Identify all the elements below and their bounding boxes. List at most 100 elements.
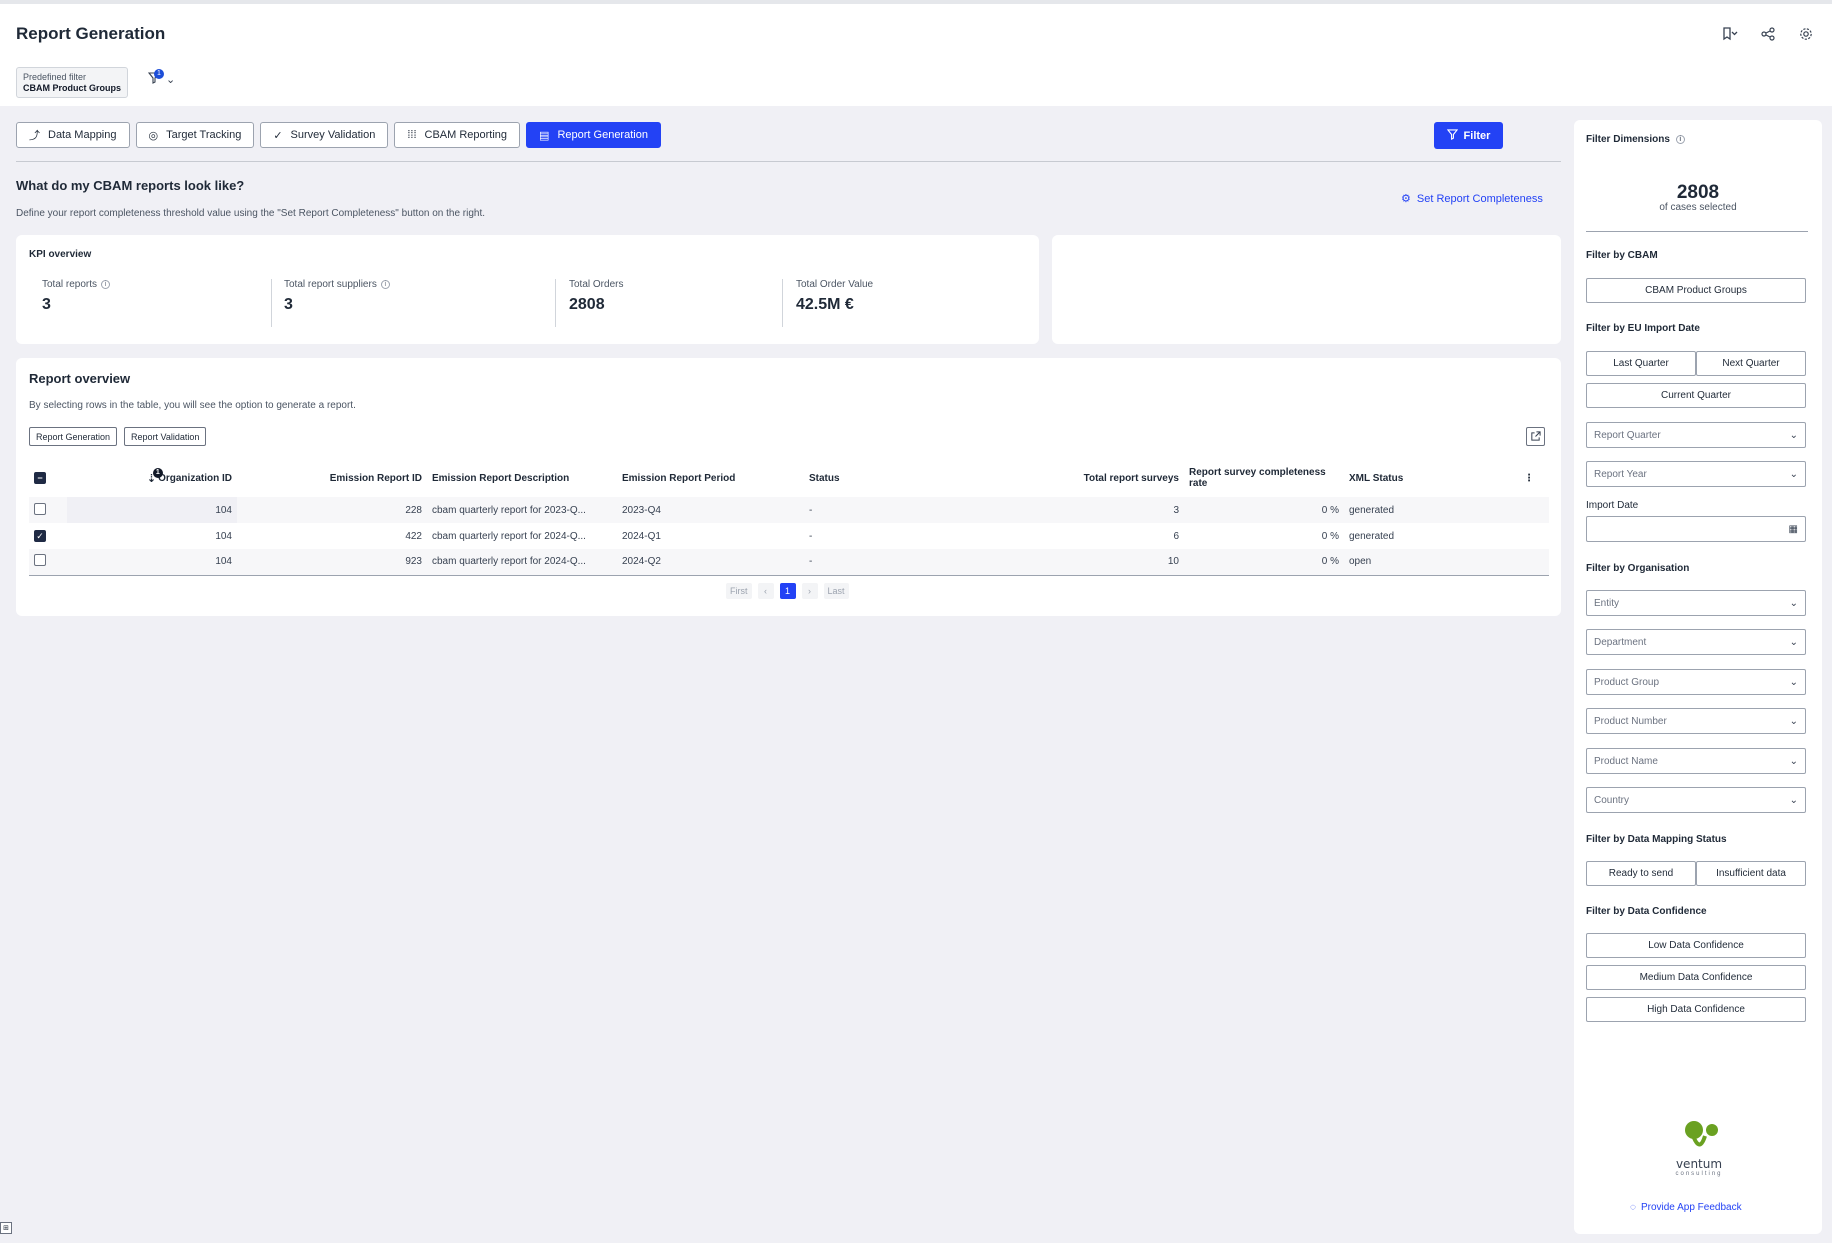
- cell-xml-status: generated: [1344, 497, 1519, 523]
- cell-completeness-rate: 0 %: [1184, 497, 1344, 523]
- low-confidence-button[interactable]: Low Data Confidence: [1586, 933, 1806, 958]
- kpi-overview-card: KPI overview Total reports i 3 Total repo…: [16, 235, 1039, 344]
- cell-emission-report-id[interactable]: 923: [237, 549, 427, 576]
- row-checkbox[interactable]: [34, 554, 46, 567]
- insufficient-data-button[interactable]: Insufficient data: [1696, 861, 1806, 886]
- mapping-icon: ⤴: [29, 130, 40, 142]
- tab-label: Data Mapping: [48, 129, 117, 141]
- set-report-completeness-button[interactable]: ⚙ Set Report Completeness: [1401, 192, 1543, 206]
- report-validation-button[interactable]: Report Validation: [124, 427, 207, 446]
- entity-select[interactable]: Entity ⌄: [1586, 590, 1806, 616]
- table-row[interactable]: ✓ 104 422 cbam quarterly report for 2024…: [29, 523, 1549, 549]
- product-number-select[interactable]: Product Number ⌄: [1586, 708, 1806, 734]
- sort-badge: 1: [152, 467, 163, 478]
- predefined-filter-label: Predefined filter: [23, 72, 87, 82]
- cell-completeness-rate: 0 %: [1184, 549, 1344, 576]
- table-row[interactable]: 104 228 cbam quarterly report for 2023-Q…: [29, 497, 1549, 523]
- high-confidence-button[interactable]: High Data Confidence: [1586, 997, 1806, 1022]
- provide-feedback-link[interactable]: ◌ Provide App Feedback: [1630, 1202, 1742, 1213]
- funnel-icon: 1: [147, 69, 164, 86]
- gear-icon[interactable]: [1796, 24, 1816, 44]
- country-select[interactable]: Country ⌄: [1586, 787, 1806, 813]
- chevron-down-icon: ⌄: [1789, 429, 1798, 441]
- cell-description: cbam quarterly report for 2024-Q...: [427, 549, 617, 576]
- report-quarter-select[interactable]: Report Quarter ⌄: [1586, 422, 1806, 448]
- pager-first[interactable]: First: [726, 583, 752, 599]
- expand-icon[interactable]: ⊞: [0, 1222, 12, 1234]
- tab-label: Report Generation: [557, 129, 648, 141]
- column-header-total-surveys[interactable]: Total report surveys: [994, 459, 1184, 497]
- kpi-value: 42.5M €: [796, 296, 854, 313]
- export-icon[interactable]: [1526, 427, 1545, 446]
- import-date-label: Import Date: [1586, 500, 1639, 511]
- cbam-product-groups-button[interactable]: CBAM Product Groups: [1586, 278, 1806, 303]
- column-header-completeness-rate[interactable]: Report survey completeness rate: [1184, 459, 1344, 497]
- product-group-select[interactable]: Product Group ⌄: [1586, 669, 1806, 695]
- chevron-left-icon[interactable]: ‹: [757, 583, 774, 599]
- ready-to-send-button[interactable]: Ready to send: [1586, 861, 1696, 886]
- pager-last[interactable]: Last: [823, 583, 849, 599]
- filter-dropdown-toggle[interactable]: 1 ⌄: [147, 69, 176, 86]
- pagination: First ‹ 1 › Last: [726, 583, 849, 599]
- logo-brand: ventum: [1675, 1157, 1723, 1171]
- info-icon[interactable]: i: [101, 280, 111, 289]
- ventum-logo: ventum consulting: [1667, 1118, 1731, 1177]
- chevron-down-icon: ⌄: [166, 73, 176, 86]
- section-heading: What do my CBAM reports look like?: [16, 178, 245, 193]
- chevron-down-icon: ⌄: [1789, 636, 1798, 648]
- department-select[interactable]: Department ⌄: [1586, 629, 1806, 655]
- tab-label: Target Tracking: [166, 129, 242, 141]
- medium-confidence-button[interactable]: Medium Data Confidence: [1586, 965, 1806, 990]
- select-all-checkbox[interactable]: −: [34, 472, 46, 484]
- import-date-input[interactable]: ▦: [1586, 516, 1806, 542]
- current-quarter-button[interactable]: Current Quarter: [1586, 383, 1806, 408]
- row-checkbox[interactable]: ✓: [34, 530, 46, 542]
- predefined-filter-value: CBAM Product Groups: [23, 83, 121, 93]
- column-header-status[interactable]: Status: [804, 459, 994, 497]
- sort-icon[interactable]: ⇣ 1: [147, 467, 163, 485]
- tab-report-generation[interactable]: ▤ Report Generation: [526, 122, 661, 148]
- column-header-xml-status[interactable]: XML Status: [1344, 459, 1519, 497]
- share-icon[interactable]: [1758, 24, 1778, 44]
- pager-page[interactable]: 1: [779, 583, 796, 599]
- report-year-select[interactable]: Report Year ⌄: [1586, 461, 1806, 487]
- column-header-period[interactable]: Emission Report Period: [617, 459, 804, 497]
- divider: [16, 161, 1561, 162]
- chevron-right-icon[interactable]: ›: [801, 583, 818, 599]
- kpi-divider: [555, 279, 556, 327]
- tab-target-tracking[interactable]: ◎ Target Tracking: [135, 122, 255, 148]
- cell-emission-report-id[interactable]: 228: [237, 497, 427, 523]
- feedback-label: Provide App Feedback: [1640, 1202, 1742, 1213]
- table-row[interactable]: 104 923 cbam quarterly report for 2024-Q…: [29, 549, 1549, 576]
- kpi-label: Total Orders: [569, 279, 624, 290]
- cell-period: 2024-Q1: [622, 530, 661, 542]
- product-name-select[interactable]: Product Name ⌄: [1586, 748, 1806, 774]
- select-placeholder: Entity: [1594, 597, 1620, 609]
- cell-organization-id: 104: [67, 549, 237, 576]
- column-menu[interactable]: ⋮: [1519, 459, 1549, 497]
- predefined-filter[interactable]: Predefined filter CBAM Product Groups: [16, 67, 128, 98]
- info-icon[interactable]: i: [380, 280, 390, 289]
- calendar-icon[interactable]: ▦: [1789, 524, 1798, 535]
- more-vertical-icon[interactable]: ⋮: [1524, 473, 1534, 484]
- select-placeholder: Department: [1594, 636, 1647, 648]
- tab-survey-validation[interactable]: ✓ Survey Validation: [260, 122, 389, 148]
- tab-data-mapping[interactable]: ⤴ Data Mapping: [16, 122, 130, 148]
- target-icon: ◎: [148, 129, 159, 142]
- column-header-description[interactable]: Emission Report Description: [427, 459, 617, 497]
- row-checkbox[interactable]: [34, 502, 46, 515]
- next-quarter-button[interactable]: Next Quarter: [1696, 351, 1806, 376]
- bookmark-icon[interactable]: [1720, 24, 1740, 44]
- column-header-emission-report-id[interactable]: Emission Report ID: [237, 459, 427, 497]
- filter-button[interactable]: Filter: [1434, 122, 1503, 149]
- tab-cbam-reporting[interactable]: ⁞⁞⁞ CBAM Reporting: [394, 122, 521, 148]
- chevron-down-icon: ⌄: [1789, 597, 1798, 609]
- filter-data-mapping-heading: Filter by Data Mapping Status: [1586, 834, 1727, 845]
- info-icon[interactable]: i: [1675, 135, 1685, 144]
- select-placeholder: Product Number: [1594, 715, 1667, 727]
- column-header-organization-id[interactable]: ⇣ 1 Organization ID: [67, 459, 237, 497]
- report-generation-button[interactable]: Report Generation: [29, 427, 118, 446]
- last-quarter-button[interactable]: Last Quarter: [1586, 351, 1696, 376]
- set-report-completeness-label: Set Report Completeness: [1416, 192, 1543, 205]
- cell-emission-report-id[interactable]: 422: [237, 523, 427, 549]
